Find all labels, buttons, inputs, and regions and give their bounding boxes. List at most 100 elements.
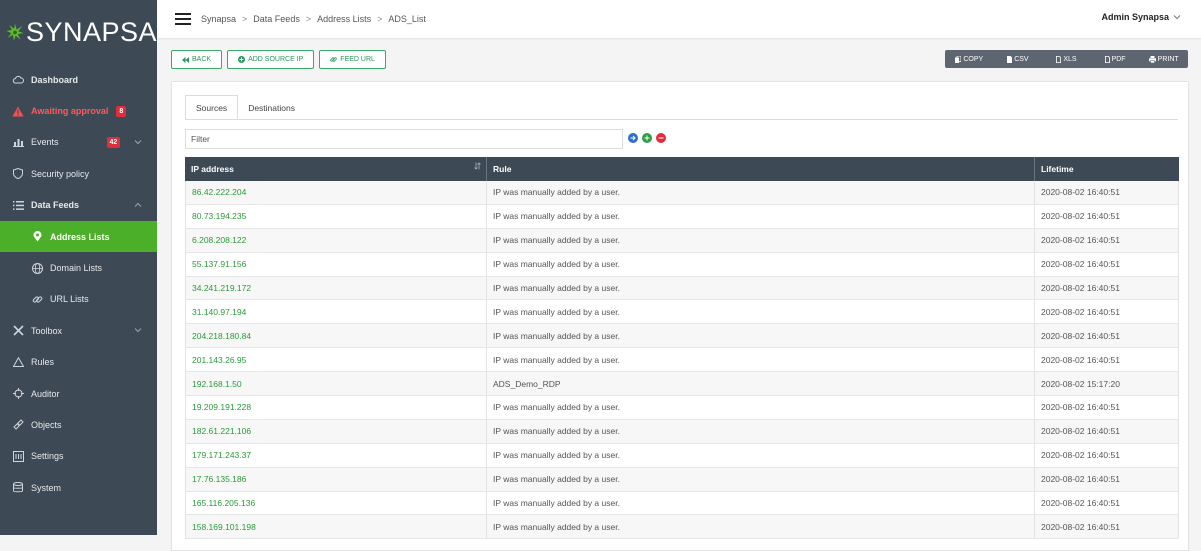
ip-address-cell[interactable]: 179.171.243.37 [185,443,487,467]
breadcrumb: Synapsa > Data Feeds > Address Lists > A… [201,14,426,24]
table-row[interactable]: 55.137.91.156 IP was manually added by a … [185,252,1179,277]
table-row[interactable]: 204.218.180.84 IP was manually added by a… [185,324,1179,349]
ip-address-cell[interactable]: 165.116.205.136 [185,491,487,515]
sidebar-item-label: Rules [31,357,55,368]
csv-button[interactable]: CSV [994,50,1043,68]
sidebar-item-awaiting-approval[interactable]: Awaiting approval 8 [0,95,157,126]
table-row[interactable]: 192.168.1.50 ADS_Demo_RDP 2020-08-02 15:17… [185,372,1179,397]
breadcrumb-ads-list: ADS_List [388,14,426,24]
copy-label: COPY [963,55,984,63]
column-lifetime[interactable]: Lifetime [1035,157,1179,181]
table-row[interactable]: 86.42.222.204 IP was manually added by a … [185,181,1179,205]
warning-icon [12,105,24,117]
crosshair-icon [12,388,24,400]
add-source-ip-label: ADD SOURCE IP [248,56,304,63]
chart-icon [12,136,24,148]
rule-cell: IP was manually added by a user. [487,228,1035,252]
ip-address-cell[interactable]: 86.42.222.204 [185,181,487,204]
ip-address-cell[interactable]: 182.61.221.106 [185,419,487,443]
table-row[interactable]: 179.171.243.37 IP was manually added by a… [185,443,1179,468]
rule-cell: IP was manually added by a user. [487,443,1035,467]
sidebar-item-address-lists[interactable]: Address Lists [0,220,157,253]
map-pin-icon [31,231,43,243]
warning-outline-icon [12,356,24,368]
ip-address-cell[interactable]: 19.209.191.228 [185,396,487,419]
sidebar-item-rules[interactable]: Rules [0,347,157,378]
feed-url-button[interactable]: FEED URL [319,50,386,69]
tab-destinations[interactable]: Destinations [238,95,305,120]
minus-circle-icon[interactable] [656,133,666,143]
sidebar-item-data-feeds[interactable]: Data Feeds [0,190,157,221]
back-button[interactable]: BACK [171,50,223,69]
action-buttons: BACK ADD SOURCE IP FEED URL [171,50,386,69]
ip-address-cell[interactable]: 34.241.219.172 [185,276,487,300]
breadcrumb-separator: > [305,14,312,24]
chevron-up-icon [134,202,142,207]
ip-address-cell[interactable]: 55.137.91.156 [185,252,487,276]
sidebar-item-events[interactable]: Events 42 [0,127,157,158]
brand-name: SYNAPSA [25,16,157,47]
table-row[interactable]: 201.143.26.95 IP was manually added by a … [185,348,1179,373]
sidebar-item-url-lists[interactable]: URL Lists [0,284,157,315]
sidebar-item-settings[interactable]: Settings [0,441,157,472]
breadcrumb-address-lists[interactable]: Address Lists [317,14,371,24]
table-row[interactable]: 182.61.221.106 IP was manually added by a… [185,419,1179,444]
add-source-ip-button[interactable]: ADD SOURCE IP [227,50,315,69]
pdf-button[interactable]: PDF [1091,50,1140,68]
copy-button[interactable]: COPY [945,50,994,68]
breadcrumb-separator: > [242,14,248,24]
table-row[interactable]: 165.116.205.136 IP was manually added by … [185,491,1179,516]
sidebar-item-label: Data Feeds [31,200,80,211]
printer-icon [1148,55,1156,63]
rule-cell: IP was manually added by a user. [487,348,1035,372]
table-row[interactable]: 80.73.194.235 IP was manually added by a … [185,204,1179,229]
sidebar-item-security-policy[interactable]: Security policy [0,158,157,189]
lifetime-cell: 2020-08-02 16:40:51 [1035,276,1179,300]
sidebar-item-toolbox[interactable]: Toolbox [0,315,157,346]
chevron-down-icon [134,139,142,144]
table-row[interactable]: 19.209.191.228 IP was manually added by a… [185,396,1179,420]
table-header: IP address Rule Lifetime [185,157,1179,181]
sidebar-item-dashboard[interactable]: Dashboard [0,64,157,95]
sidebar-item-objects[interactable]: Objects [0,409,157,440]
tab-sources[interactable]: Sources [185,95,239,120]
lifetime-cell: 2020-08-02 16:40:51 [1035,181,1179,204]
hamburger-menu-icon[interactable] [175,13,191,25]
ip-address-cell[interactable]: 6.208.208.122 [185,228,487,252]
ip-address-cell[interactable]: 80.73.194.235 [185,204,487,228]
table-row[interactable]: 158.169.101.198 IP was manually added by … [185,515,1179,540]
breadcrumb-data-feeds[interactable]: Data Feeds [253,14,300,24]
column-rule[interactable]: Rule [487,157,1035,181]
objects-icon [12,419,24,431]
chevron-down-icon [1173,15,1181,20]
brand-logo[interactable]: SYNAPSA [0,0,157,64]
sidebar-item-label: Dashboard [31,74,79,85]
sidebar-item-system[interactable]: System [0,472,157,503]
breadcrumb-synapsa[interactable]: Synapsa [201,14,236,24]
topbar: Synapsa > Data Feeds > Address Lists > A… [157,0,1201,38]
print-button[interactable]: PRINT [1139,50,1188,68]
table-row[interactable]: 34.241.219.172 IP was manually added by a… [185,276,1179,301]
csv-label: CSV [1014,55,1029,63]
sidebar-item-label: Awaiting approval [31,106,109,117]
rule-cell: IP was manually added by a user. [487,419,1035,443]
table-row[interactable]: 31.140.97.194 IP was manually added by a … [185,300,1179,325]
column-ip-address[interactable]: IP address [185,157,487,181]
ip-address-cell[interactable]: 192.168.1.50 [185,372,487,396]
arrow-right-circle-icon[interactable] [628,133,638,143]
ip-address-cell[interactable]: 204.218.180.84 [185,324,487,348]
table-row[interactable]: 6.208.208.122 IP was manually added by a … [185,228,1179,253]
ip-address-cell[interactable]: 201.143.26.95 [185,348,487,372]
plus-circle-icon[interactable] [642,133,652,143]
ip-address-cell[interactable]: 17.76.135.186 [185,467,487,491]
column-label: Rule [493,164,512,174]
sidebar-item-domain-lists[interactable]: Domain Lists [0,252,157,283]
lifetime-cell: 2020-08-02 16:40:51 [1035,300,1179,324]
events-count-badge: 42 [106,136,121,148]
filter-input[interactable] [185,129,623,149]
sidebar-item-auditor[interactable]: Auditor [0,378,157,409]
xls-button[interactable]: XLS [1042,50,1091,68]
user-menu[interactable]: Admin Synapsa [1101,12,1181,22]
table-row[interactable]: 17.76.135.186 IP was manually added by a … [185,467,1179,492]
ip-address-cell[interactable]: 31.140.97.194 [185,300,487,324]
